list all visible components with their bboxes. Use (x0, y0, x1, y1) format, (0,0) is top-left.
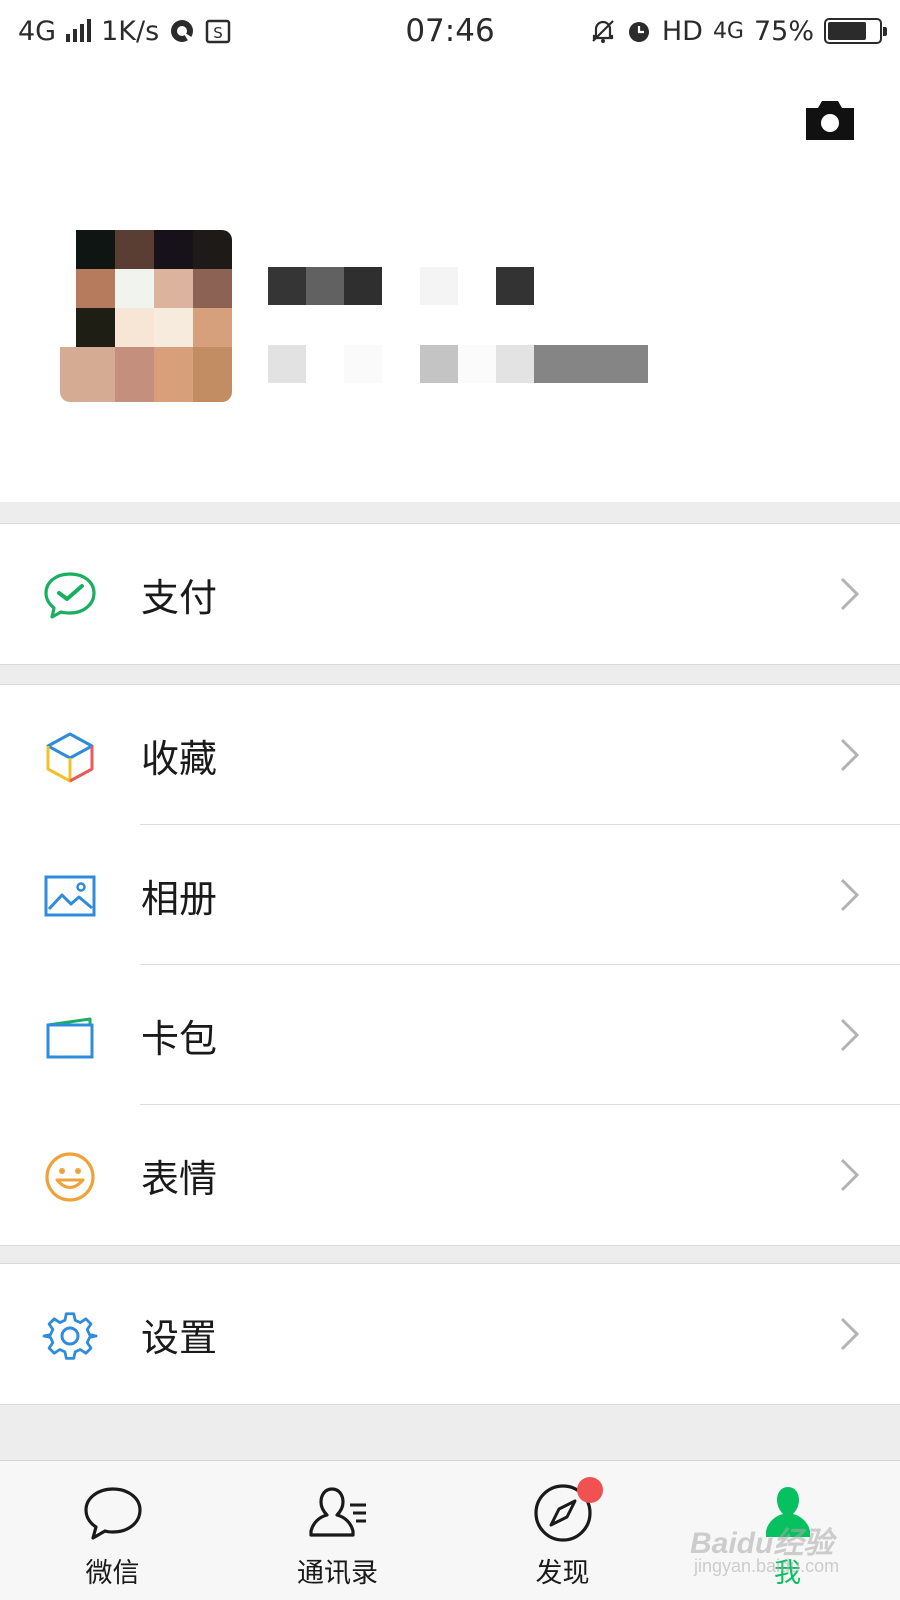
tab-label-chats: 微信 (85, 1558, 140, 1589)
camera-icon[interactable] (804, 98, 856, 142)
bottom-tab-bar: 微信 通讯录 发现 我 (0, 1460, 900, 1600)
tab-label-discover: 发现 (535, 1558, 590, 1589)
alarm-icon (628, 22, 649, 42)
menu-item-pay[interactable]: 支付 (0, 524, 900, 664)
menu-item-stickers[interactable]: 表情 (0, 1105, 900, 1245)
menu-label-stickers: 表情 (141, 1156, 218, 1201)
chevron-right-icon (840, 1018, 860, 1052)
chevron-right-icon (840, 1317, 860, 1351)
smiley-icon (45, 1152, 95, 1202)
signal-icon (66, 19, 92, 42)
tab-chats[interactable]: 微信 (0, 1461, 225, 1600)
status-right: HD 4G 75% (590, 15, 887, 47)
avatar-image (60, 230, 232, 402)
wallet-icon (46, 1017, 94, 1059)
group-pay: 支付 (0, 523, 900, 665)
chevron-right-icon (840, 878, 860, 912)
network-type-right: 4G (712, 18, 744, 44)
tab-discover[interactable]: 发现 (450, 1461, 675, 1600)
group-settings: 设置 (0, 1263, 900, 1405)
contacts-icon (308, 1487, 366, 1537)
mute-bell-icon (592, 20, 614, 43)
compass-icon-wrap (531, 1477, 603, 1545)
battery-percent: 75% (753, 15, 814, 47)
menu-label-pay: 支付 (141, 575, 218, 620)
menu-item-settings[interactable]: 设置 (0, 1264, 900, 1404)
picture-icon (44, 875, 96, 917)
svg-text:S: S (213, 24, 223, 42)
nickname-pixelated (268, 267, 534, 305)
battery-icon (824, 18, 887, 44)
tab-contacts[interactable]: 通讯录 (225, 1461, 450, 1600)
chevron-right-icon (840, 1158, 860, 1192)
me-icon (765, 1487, 810, 1537)
notification-dot (576, 1477, 603, 1503)
s-app-icon: S (205, 19, 231, 44)
status-bar: 4G 1K/s S 07:46 HD 4G 75% (0, 0, 900, 62)
menu-item-favorites[interactable]: 收藏 (0, 685, 900, 825)
chat-icon (83, 1487, 142, 1540)
menu-label-album: 相册 (141, 876, 218, 921)
tab-me[interactable]: 我 (675, 1461, 900, 1600)
menu-item-cards[interactable]: 卡包 (0, 965, 900, 1105)
group-collections: 收藏 相册 卡包 表情 (0, 684, 900, 1246)
avatar[interactable] (60, 230, 232, 402)
wechat-id-pixelated (268, 345, 648, 383)
chevron-right-icon (840, 577, 860, 611)
tab-label-me: 我 (774, 1558, 801, 1589)
wechat-pay-icon (44, 572, 96, 619)
profile-header[interactable] (0, 62, 900, 502)
browser-icon (171, 20, 194, 42)
chevron-right-icon (840, 738, 860, 772)
network-type: 4G (18, 15, 57, 47)
cube-icon (46, 732, 94, 783)
menu-label-cards: 卡包 (141, 1016, 218, 1061)
menu-item-album[interactable]: 相册 (0, 825, 900, 965)
menu-label-favorites: 收藏 (141, 736, 218, 781)
menu-label-settings: 设置 (141, 1315, 218, 1360)
status-left: 4G 1K/s S (18, 16, 231, 47)
network-speed: 1K/s (101, 15, 160, 47)
hd-indicator: HD (661, 15, 703, 47)
gear-icon (42, 1312, 98, 1360)
tab-label-contacts: 通讯录 (297, 1558, 378, 1589)
